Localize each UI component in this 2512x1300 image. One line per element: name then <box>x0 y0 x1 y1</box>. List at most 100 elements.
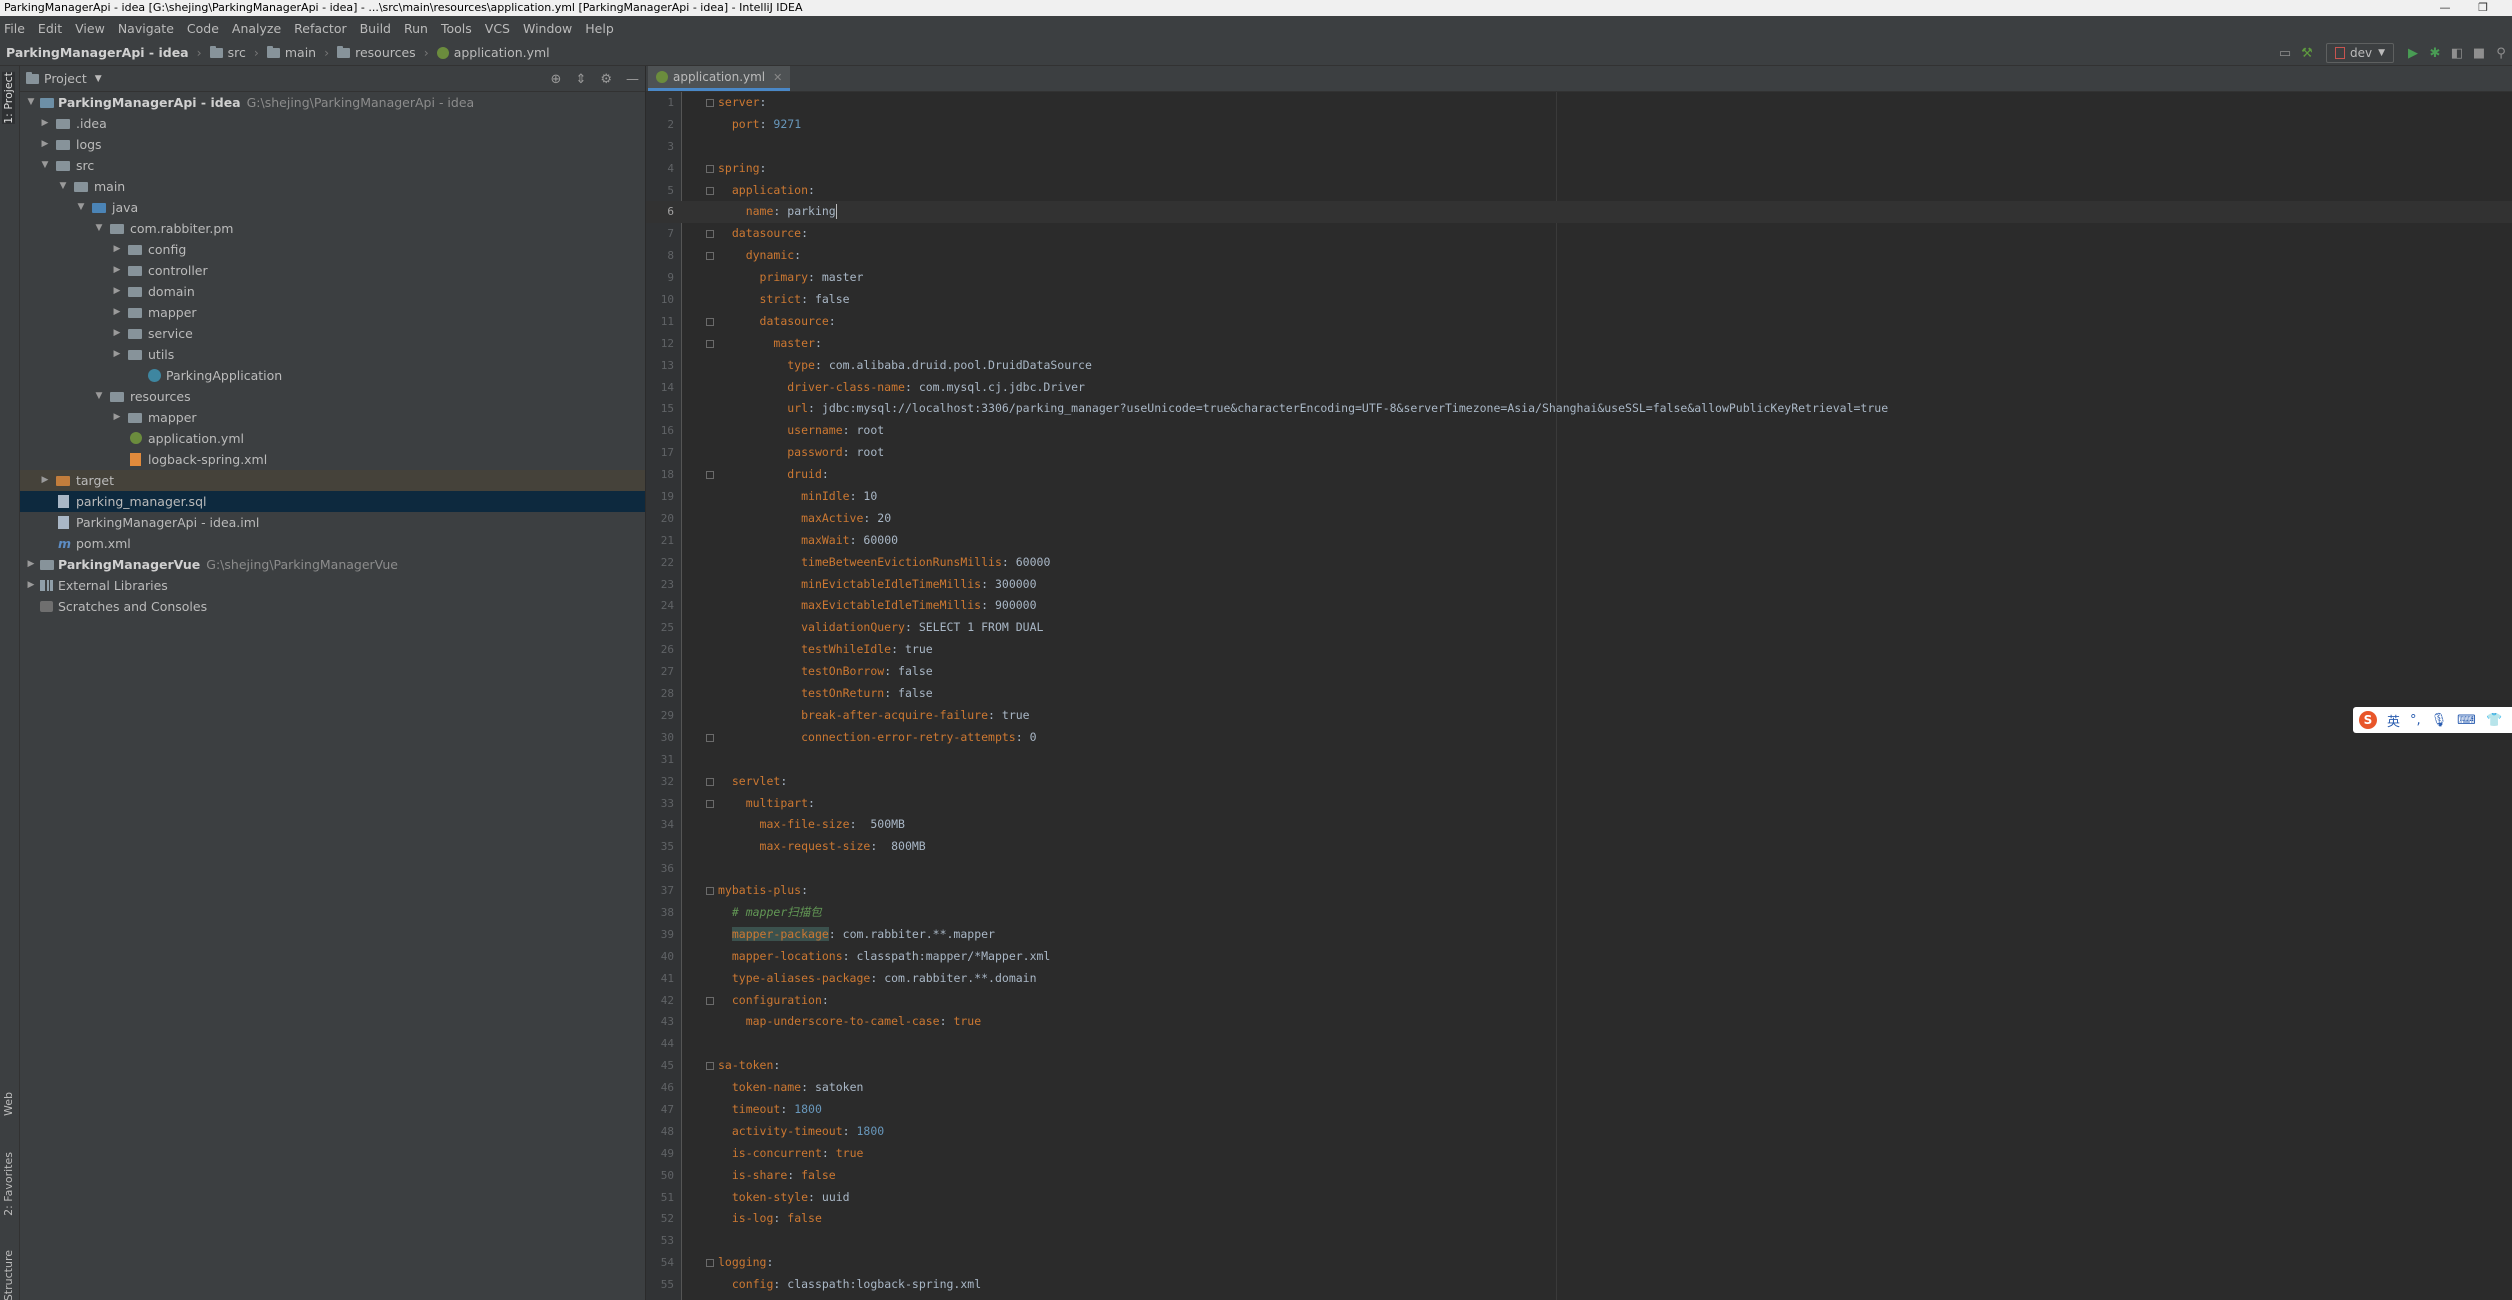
breadcrumb-resources[interactable]: resources <box>355 45 416 60</box>
menu-run[interactable]: Run <box>404 21 428 36</box>
code-line[interactable]: 49 is-concurrent: true <box>646 1143 2512 1165</box>
code-line[interactable]: 34 max-file-size: 500MB <box>646 814 2512 836</box>
breadcrumb-file[interactable]: application.yml <box>454 45 550 60</box>
menu-view[interactable]: View <box>75 21 105 36</box>
code-line[interactable]: 11 datasource: <box>646 311 2512 333</box>
code-line[interactable]: 43 map-underscore-to-camel-case: true <box>646 1011 2512 1033</box>
collapsed-arrow-icon[interactable]: ▶ <box>112 323 122 344</box>
code-line[interactable]: 10 strict: false <box>646 289 2512 311</box>
tree-item-resources-mapper[interactable]: ▶ mapper <box>20 407 645 428</box>
tree-item-resources[interactable]: ▼ resources <box>20 386 645 407</box>
code-line[interactable]: 52 is-log: false <box>646 1208 2512 1230</box>
fold-marker-icon[interactable] <box>706 317 714 326</box>
menu-file[interactable]: File <box>4 21 25 36</box>
code-line[interactable]: 29 break-after-acquire-failure: true <box>646 705 2512 727</box>
code-line[interactable]: 46 token-name: satoken <box>646 1077 2512 1099</box>
tree-item-project-root[interactable]: ▼ ParkingManagerApi - idea G:\shejing\Par… <box>20 92 645 113</box>
code-line[interactable]: 25 validationQuery: SELECT 1 FROM DUAL <box>646 617 2512 639</box>
fold-marker-icon[interactable] <box>706 252 714 261</box>
ime-toolbar[interactable]: S 英 °, 🎙 ⌨ 👕 <box>2353 707 2512 733</box>
collapsed-arrow-icon[interactable]: ▶ <box>112 302 122 323</box>
tree-item-config[interactable]: ▶ config <box>20 239 645 260</box>
favorites-tool-tab[interactable]: 2: Favorites <box>2 1152 15 1216</box>
menu-navigate[interactable]: Navigate <box>118 21 174 36</box>
code-line[interactable]: 7 datasource: <box>646 223 2512 245</box>
code-line[interactable]: 3 <box>646 136 2512 158</box>
collapsed-arrow-icon[interactable]: ▶ <box>112 239 122 260</box>
code-line[interactable]: 2 port: 9271 <box>646 114 2512 136</box>
expanded-arrow-icon[interactable]: ▼ <box>76 197 86 218</box>
code-line[interactable]: 40 mapper-locations: classpath:mapper/*M… <box>646 946 2512 968</box>
code-line[interactable]: 47 timeout: 1800 <box>646 1099 2512 1121</box>
collapsed-arrow-icon[interactable]: ▶ <box>40 134 50 155</box>
code-line[interactable]: 51 token-style: uuid <box>646 1187 2512 1209</box>
code-line[interactable]: 8 dynamic: <box>646 245 2512 267</box>
menu-code[interactable]: Code <box>187 21 219 36</box>
microphone-icon[interactable]: 🎙 <box>2431 713 2448 728</box>
fold-marker-icon[interactable] <box>706 1062 714 1071</box>
tree-item-logback-xml[interactable]: logback-spring.xml <box>20 449 645 470</box>
code-line[interactable]: 21 maxWait: 60000 <box>646 530 2512 552</box>
code-line[interactable]: 26 testWhileIdle: true <box>646 639 2512 661</box>
fold-marker-icon[interactable] <box>706 230 714 239</box>
fold-marker-icon[interactable] <box>706 996 714 1005</box>
fold-marker-icon[interactable] <box>706 1259 714 1268</box>
tree-item-package[interactable]: ▼ com.rabbiter.pm <box>20 218 645 239</box>
code-line[interactable]: 41 type-aliases-package: com.rabbiter.**… <box>646 968 2512 990</box>
code-line[interactable]: 38 # mapper扫描包 <box>646 902 2512 924</box>
keyboard-icon[interactable]: ⌨ <box>2457 713 2476 728</box>
code-line[interactable]: 22 timeBetweenEvictionRunsMillis: 60000 <box>646 552 2512 574</box>
code-line[interactable]: 54 logging: <box>646 1252 2512 1274</box>
code-line[interactable]: 32 servlet: <box>646 771 2512 793</box>
run-config-selector[interactable]: dev ▼ <box>2325 43 2394 63</box>
code-line[interactable]: 13 type: com.alibaba.druid.pool.DruidDat… <box>646 355 2512 377</box>
code-line[interactable]: 53 <box>646 1230 2512 1252</box>
code-line[interactable]: 12 master: <box>646 333 2512 355</box>
menu-build[interactable]: Build <box>360 21 391 36</box>
menu-analyze[interactable]: Analyze <box>232 21 281 36</box>
code-line[interactable]: 28 testOnReturn: false <box>646 683 2512 705</box>
project-tool-tab[interactable]: 1: Project <box>2 72 15 124</box>
fold-marker-icon[interactable] <box>706 887 714 896</box>
code-line[interactable]: 6 name: parking <box>646 201 2512 224</box>
hide-icon[interactable]: — <box>626 72 639 87</box>
code-view[interactable]: 1 server: 2 port: 9271 3 4 spring: 5 applicati… <box>646 92 2512 1296</box>
tree-item-parking-sql[interactable]: parking_manager.sql <box>20 491 645 512</box>
tree-item-mapper[interactable]: ▶ mapper <box>20 302 645 323</box>
code-line[interactable]: 1 server: <box>646 92 2512 114</box>
expanded-arrow-icon[interactable]: ▼ <box>40 155 50 176</box>
code-line[interactable]: 16 username: root <box>646 420 2512 442</box>
collapsed-arrow-icon[interactable]: ▶ <box>112 344 122 365</box>
tree-item-service[interactable]: ▶ service <box>20 323 645 344</box>
code-line[interactable]: 44 <box>646 1033 2512 1055</box>
expanded-arrow-icon[interactable]: ▼ <box>94 218 104 239</box>
run-icon[interactable]: ▶ <box>2402 42 2424 64</box>
stop-icon[interactable]: ■ <box>2468 42 2490 64</box>
tree-item-target[interactable]: ▶ target <box>20 470 645 491</box>
tree-item-parking-application[interactable]: ParkingApplication <box>20 365 645 386</box>
collapse-all-icon[interactable]: ⇕ <box>575 72 586 87</box>
tree-item-controller[interactable]: ▶ controller <box>20 260 645 281</box>
tree-item-application-yml[interactable]: application.yml <box>20 428 645 449</box>
code-line[interactable]: 48 activity-timeout: 1800 <box>646 1121 2512 1143</box>
expanded-arrow-icon[interactable]: ▼ <box>26 92 36 113</box>
code-line[interactable]: 31 <box>646 749 2512 771</box>
expanded-arrow-icon[interactable]: ▼ <box>58 176 68 197</box>
fold-marker-icon[interactable] <box>706 799 714 808</box>
breadcrumb-project[interactable]: ParkingManagerApi - idea <box>6 45 189 60</box>
menu-refactor[interactable]: Refactor <box>294 21 346 36</box>
tree-item-utils[interactable]: ▶ utils <box>20 344 645 365</box>
code-line[interactable]: 50 is-share: false <box>646 1165 2512 1187</box>
debug-icon[interactable]: ✱ <box>2424 42 2446 64</box>
menu-edit[interactable]: Edit <box>38 21 62 36</box>
tree-item-external-libraries[interactable]: ▶ External Libraries <box>20 575 645 596</box>
collapsed-arrow-icon[interactable]: ▶ <box>112 260 122 281</box>
ime-language[interactable]: 英 <box>2387 711 2400 730</box>
menu-window[interactable]: Window <box>523 21 572 36</box>
gear-icon[interactable]: ⚙ <box>600 72 612 87</box>
code-line[interactable]: 45 sa-token: <box>646 1055 2512 1077</box>
code-line[interactable]: 24 maxEvictableIdleTimeMillis: 900000 <box>646 595 2512 617</box>
maximize-icon[interactable]: ❐ <box>2468 0 2498 16</box>
collapsed-arrow-icon[interactable]: ▶ <box>26 554 36 575</box>
skin-icon[interactable]: 👕 <box>2486 713 2502 728</box>
